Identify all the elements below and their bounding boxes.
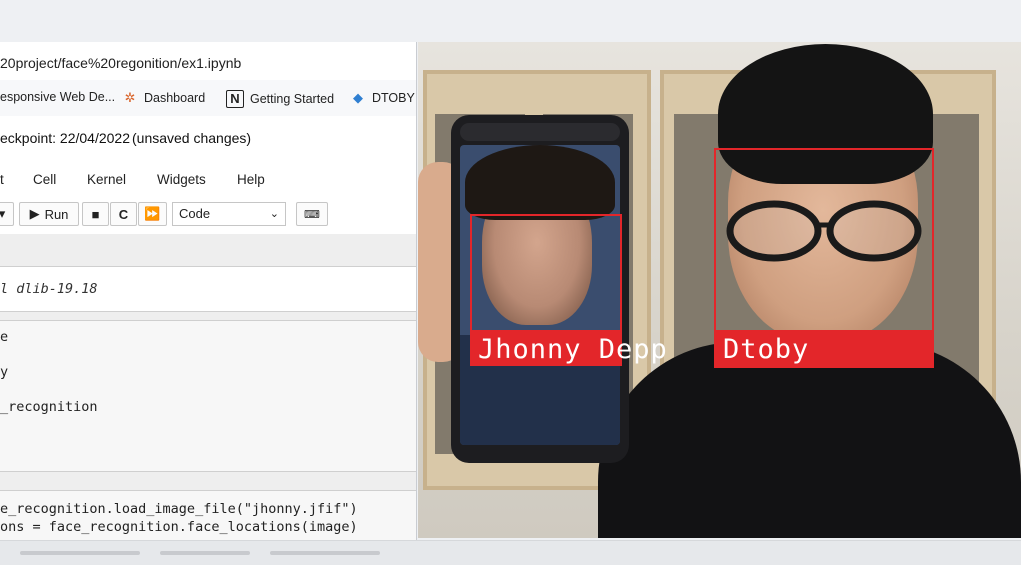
code-cell[interactable]: e_recognition.load_image_file("jhonny.jf… [0,490,416,542]
code-line: e [0,329,9,345]
bookmark-label: Getting Started [250,92,335,106]
unsaved-status: (unsaved changes) [132,130,252,146]
jupyter-window: 20project/face%20regonition/ex1.ipynb es… [0,42,417,542]
command-palette-button[interactable]: ⌨ [296,202,328,226]
bookmark-dtoby[interactable]: ◆ DTOBY [350,90,415,106]
restart-icon: C [118,206,129,222]
notebook-toolbar: ▾ ▶ Run ■ C ⏩ Code ⌄ ⌨ [0,194,416,235]
fast-forward-icon: ⏩ [144,206,161,221]
diamond-icon: ◆ [353,90,363,105]
cell-type-select[interactable]: Code ⌄ [172,202,286,226]
bookmark-label: DTOBY [372,91,415,105]
code-line: e_recognition.load_image_file("jhonny.jf… [0,501,358,517]
menu-edit[interactable]: t [0,172,4,187]
person-body [598,342,1021,538]
dashboard-icon: ✲ [124,90,136,105]
stop-button[interactable]: ■ [82,202,109,226]
photo-hair [465,145,615,220]
address-bar[interactable]: 20project/face%20regonition/ex1.ipynb [0,42,416,81]
output-text: l dlib-19.18 [0,281,98,297]
import-cell[interactable]: e y _recognition [0,320,416,472]
status-strip [0,540,1021,565]
move-down-button[interactable]: ▾ [0,202,14,226]
face-label-dtoby: Dtoby [723,334,810,365]
stop-icon: ■ [91,206,100,222]
code-line: ons = face_recognition.face_locations(im… [0,519,358,535]
restart-button[interactable]: C [110,202,137,226]
cell-type-value: Code [179,206,211,221]
code-line: _recognition [0,399,98,415]
checkpoint-text: eckpoint: 22/04/2022 [0,130,130,146]
bookmark-label: Dashboard [144,91,206,105]
run-button[interactable]: ▶ Run [19,202,79,226]
bookmark-getting-started[interactable]: N Getting Started [226,90,334,108]
face-recognition-video: Jhonny Depp Dtoby [418,42,1021,538]
code-line: y [0,364,9,380]
bookmark-dashboard[interactable]: ✲ Dashboard [122,90,206,106]
menu-cell[interactable]: Cell [33,172,56,187]
output-cell: l dlib-19.18 [0,266,416,312]
menu-kernel[interactable]: Kernel [87,172,126,187]
notebook-header: eckpoint: 22/04/2022 (unsaved changes) [0,116,416,160]
face-label-jhonny: Jhonny Depp [478,334,668,365]
notion-icon: N [226,90,244,108]
arrow-down-icon: ▾ [0,206,5,222]
notebook-body: l dlib-19.18 e y _recognition e_recognit… [0,234,416,542]
bookmark-label: esponsive Web De... [0,90,116,104]
menu-widgets[interactable]: Widgets [157,172,206,187]
chevron-down-icon: ⌄ [269,208,279,220]
bookmarks-bar: esponsive Web De... ✲ Dashboard N Gettin… [0,80,416,117]
restart-run-all-button[interactable]: ⏩ [138,202,167,226]
bookmark-responsive-web[interactable]: esponsive Web De... [0,90,115,104]
keyboard-icon: ⌨ [304,208,320,221]
menu-help[interactable]: Help [237,172,265,187]
run-label: Run [44,206,69,222]
address-text[interactable]: 20project/face%20regonition/ex1.ipynb [0,55,241,71]
notebook-menubar: t Cell Kernel Widgets Help [0,160,416,198]
phone-url-bar [460,123,620,141]
play-icon: ▶ [29,206,40,221]
